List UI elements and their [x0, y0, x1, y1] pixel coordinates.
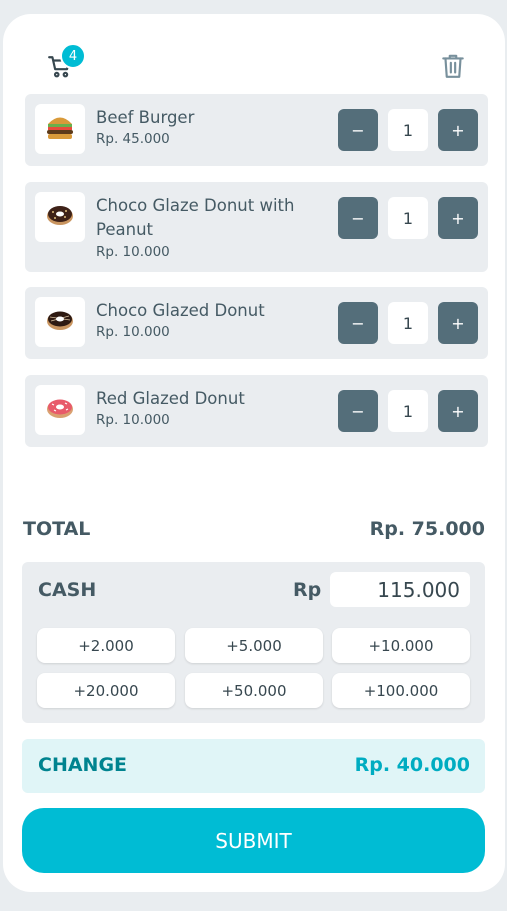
cash-input[interactable] — [330, 572, 470, 607]
item-name: Red Glazed Donut — [96, 389, 245, 408]
item-image — [35, 297, 85, 347]
cart-item: Choco Glazed Donut Rp. 10.000 − 1 + — [25, 287, 488, 359]
cash-label: CASH — [38, 579, 97, 601]
quick-cash-button[interactable]: +20.000 — [37, 673, 175, 708]
quick-cash-button[interactable]: +2.000 — [37, 628, 175, 663]
item-price: Rp. 10.000 — [96, 244, 170, 260]
increase-qty-button[interactable]: + — [438, 390, 478, 432]
cart-item: Beef Burger Rp. 45.000 − 1 + — [25, 94, 488, 166]
item-image — [35, 192, 85, 242]
decrease-qty-button[interactable]: − — [338, 302, 378, 344]
increase-qty-button[interactable]: + — [438, 109, 478, 151]
decrease-qty-button[interactable]: − — [338, 390, 378, 432]
cash-panel: CASH Rp +2.000 +5.000 +10.000 +20.000 +5… — [22, 562, 485, 723]
item-name: Choco Glazed Donut — [96, 301, 265, 320]
cart-item: Red Glazed Donut Rp. 10.000 − 1 + — [25, 375, 488, 447]
donut-icon — [45, 203, 75, 231]
qty-value[interactable]: 1 — [388, 197, 428, 239]
item-name: Beef Burger — [96, 108, 195, 127]
item-name: Choco Glaze Donut with Peanut — [96, 196, 295, 239]
qty-value[interactable]: 1 — [388, 109, 428, 151]
item-price: Rp. 10.000 — [96, 412, 170, 428]
total-value: Rp. 75.000 — [369, 518, 485, 540]
increase-qty-button[interactable]: + — [438, 197, 478, 239]
donut-icon — [45, 308, 75, 336]
increase-qty-button[interactable]: + — [438, 302, 478, 344]
cash-currency: Rp — [293, 579, 322, 601]
quick-cash-button[interactable]: +50.000 — [185, 673, 323, 708]
submit-button[interactable]: SUBMIT — [22, 808, 485, 873]
quick-cash-button[interactable]: +10.000 — [332, 628, 470, 663]
trash-icon — [440, 52, 466, 84]
donut-icon — [45, 396, 75, 424]
quick-cash-button[interactable]: +5.000 — [185, 628, 323, 663]
item-image — [35, 385, 85, 435]
clear-cart-button[interactable] — [437, 52, 469, 84]
change-panel: CHANGE Rp. 40.000 — [22, 739, 485, 793]
quick-cash-button[interactable]: +100.000 — [332, 673, 470, 708]
decrease-qty-button[interactable]: − — [338, 109, 378, 151]
item-image — [35, 104, 85, 154]
cart-item: Choco Glaze Donut with Peanut Rp. 10.000… — [25, 182, 488, 272]
decrease-qty-button[interactable]: − — [338, 197, 378, 239]
qty-value[interactable]: 1 — [388, 302, 428, 344]
change-label: CHANGE — [38, 754, 128, 776]
cart-count-badge: 4 — [60, 43, 86, 69]
burger-icon — [45, 113, 75, 145]
item-price: Rp. 10.000 — [96, 324, 170, 340]
total-label: TOTAL — [23, 518, 91, 540]
qty-value[interactable]: 1 — [388, 390, 428, 432]
change-value: Rp. 40.000 — [354, 754, 470, 776]
item-price: Rp. 45.000 — [96, 131, 170, 147]
